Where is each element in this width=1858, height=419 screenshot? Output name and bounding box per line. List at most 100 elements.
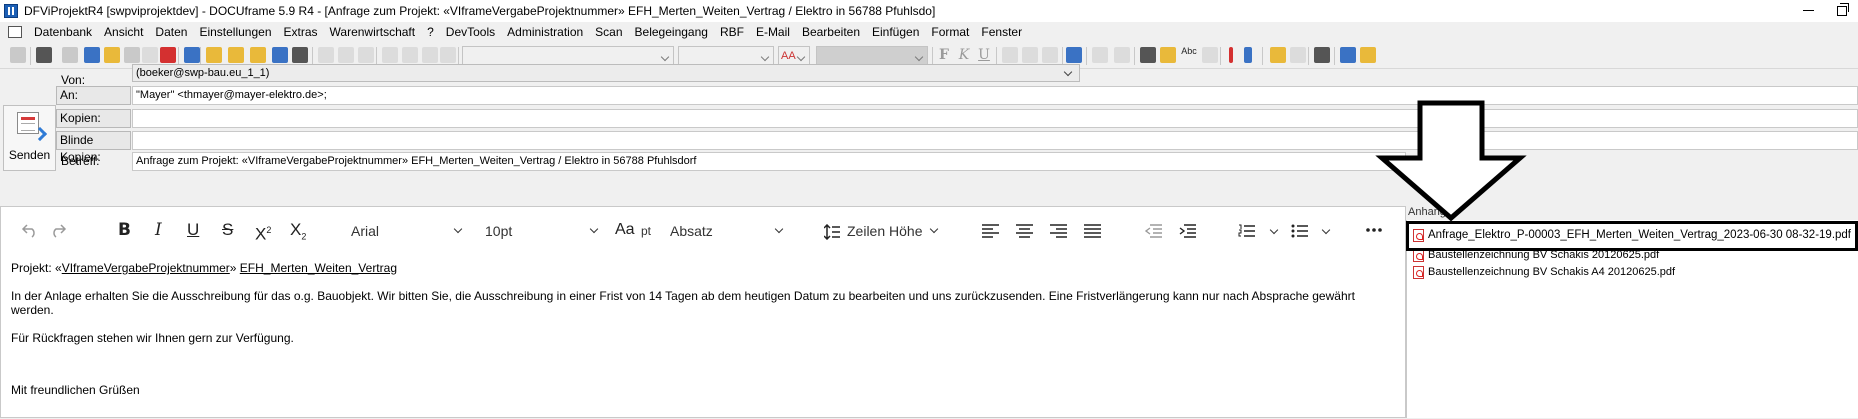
undo-icon[interactable] xyxy=(318,47,334,63)
message-body[interactable]: Projekt: «VIframeVergabeProjektnummer» E… xyxy=(1,253,1405,419)
align-left-icon[interactable] xyxy=(1002,47,1018,63)
bold-button[interactable]: B xyxy=(118,221,131,239)
open-folder-icon[interactable] xyxy=(228,47,244,63)
menu-devtools[interactable]: DevTools xyxy=(440,22,501,42)
mail-arrow-icon[interactable] xyxy=(1340,47,1356,63)
save-icon[interactable] xyxy=(292,47,308,63)
chevron-down-icon[interactable] xyxy=(1321,225,1331,235)
new-doc-icon[interactable] xyxy=(206,47,222,63)
send-button[interactable]: Senden xyxy=(3,105,56,171)
align-center-icon[interactable] xyxy=(1016,224,1033,238)
subscript-button[interactable]: X2 xyxy=(290,220,306,245)
pen-icon[interactable] xyxy=(1202,47,1218,63)
document-menu-icon[interactable] xyxy=(8,26,22,38)
menu-help[interactable]: ? xyxy=(421,22,440,42)
align-justify-icon[interactable] xyxy=(1084,224,1101,238)
menu-fenster[interactable]: Fenster xyxy=(975,22,1028,42)
more-options-icon[interactable] xyxy=(1366,228,1382,232)
align-center-icon[interactable] xyxy=(1022,47,1038,63)
priority-high-icon[interactable] xyxy=(1229,47,1233,63)
betreff-field[interactable]: Anfrage zum Projekt: «VIframeVergabeProj… xyxy=(132,152,1406,171)
font-dialog-icon[interactable] xyxy=(1066,47,1082,63)
menu-datenbank[interactable]: Datenbank xyxy=(28,22,98,42)
minimize-icon[interactable] xyxy=(1802,3,1816,17)
menu-einstellungen[interactable]: Einstellungen xyxy=(193,22,277,42)
font-family-combo[interactable] xyxy=(462,46,674,66)
refresh-icon[interactable] xyxy=(358,47,374,63)
an-label[interactable]: An: xyxy=(56,86,131,105)
undo-icon[interactable] xyxy=(21,222,39,238)
italic-icon[interactable]: K xyxy=(956,47,972,63)
grid-red-icon[interactable] xyxy=(160,47,176,63)
menu-administration[interactable]: Administration xyxy=(501,22,589,42)
print-icon[interactable] xyxy=(36,47,52,63)
folder-out-icon[interactable] xyxy=(250,47,266,63)
delete-icon[interactable] xyxy=(440,47,456,63)
bold-icon[interactable]: F xyxy=(936,47,952,63)
binoculars-icon[interactable] xyxy=(1140,47,1156,63)
people-icon[interactable] xyxy=(1360,47,1376,63)
folder-link-icon[interactable] xyxy=(104,47,120,63)
menu-extras[interactable]: Extras xyxy=(278,22,324,42)
align-right-icon[interactable] xyxy=(1042,47,1058,63)
font-size-combo[interactable] xyxy=(678,46,774,66)
font-color-combo[interactable]: AA xyxy=(778,46,810,66)
redo-icon[interactable] xyxy=(338,47,354,63)
chevron-down-icon[interactable] xyxy=(1269,225,1279,235)
font-size-select[interactable]: 10pt xyxy=(485,220,599,242)
menu-daten[interactable]: Daten xyxy=(149,22,193,42)
menu-belegeingang[interactable]: Belegeingang xyxy=(629,22,714,42)
font-scale-icon[interactable]: Aa xyxy=(615,221,635,239)
redo-icon[interactable] xyxy=(49,222,67,238)
numbered-list-icon[interactable] xyxy=(1238,224,1255,238)
restore-icon[interactable] xyxy=(1836,3,1850,17)
outdent-icon[interactable] xyxy=(1145,224,1162,238)
certificate-icon[interactable] xyxy=(1290,47,1306,63)
menu-warenwirtschaft[interactable]: Warenwirtschaft xyxy=(324,22,422,42)
strikethrough-button[interactable]: S xyxy=(222,221,233,239)
window-icon[interactable] xyxy=(1314,47,1330,63)
blinde-kopien-field[interactable] xyxy=(132,131,1858,150)
tag-icon[interactable] xyxy=(124,47,140,63)
kopien-field[interactable] xyxy=(132,109,1858,128)
style-combo[interactable] xyxy=(816,46,928,66)
indent-icon[interactable] xyxy=(1179,224,1196,238)
italic-button[interactable]: I xyxy=(155,221,162,239)
copy-icon[interactable] xyxy=(402,47,418,63)
line-height-select[interactable]: Zeilen Höhe xyxy=(847,220,957,242)
underline-button[interactable]: U xyxy=(187,221,199,239)
attachment-item[interactable]: Anfrage_Elektro_P-00003_EFH_Merten_Weite… xyxy=(1413,227,1851,243)
font-family-select[interactable]: Arial xyxy=(351,220,463,242)
bullet-list-icon[interactable] xyxy=(1291,224,1308,238)
menu-einfuegen[interactable]: Einfügen xyxy=(866,22,925,42)
folder-blue-icon[interactable] xyxy=(272,47,288,63)
paste-icon[interactable] xyxy=(422,47,438,63)
von-select[interactable]: (boeker@swp-bau.eu_1_1) xyxy=(132,64,1080,82)
blinde-kopien-label[interactable]: Blinde Kopien: xyxy=(56,131,131,164)
attach-icon[interactable] xyxy=(142,47,158,63)
find-icon[interactable] xyxy=(1092,47,1108,63)
replace-icon[interactable] xyxy=(1114,47,1130,63)
underline-icon[interactable]: U xyxy=(976,47,992,63)
address-book-icon[interactable] xyxy=(84,47,100,63)
priority-low-icon[interactable] xyxy=(1244,47,1252,63)
attachment-item[interactable]: Baustellenzeichnung BV Schakis 20120625.… xyxy=(1413,247,1659,263)
book-icon[interactable] xyxy=(1160,47,1176,63)
menu-email[interactable]: E-Mail xyxy=(750,22,796,42)
align-right-icon[interactable] xyxy=(1050,224,1067,238)
attachment-item[interactable]: Baustellenzeichnung BV Schakis A4 201206… xyxy=(1413,264,1675,280)
cut-icon[interactable] xyxy=(382,47,398,63)
lock-icon[interactable] xyxy=(1270,47,1286,63)
align-left-icon[interactable] xyxy=(982,224,999,238)
kopien-label[interactable]: Kopien: xyxy=(56,109,131,128)
phone-icon[interactable] xyxy=(184,47,200,63)
paragraph-style-select[interactable]: Absatz xyxy=(670,220,790,242)
superscript-button[interactable]: X2 xyxy=(255,221,271,244)
menu-scan[interactable]: Scan xyxy=(589,22,628,42)
card-icon[interactable] xyxy=(62,47,78,63)
menu-bearbeiten[interactable]: Bearbeiten xyxy=(796,22,866,42)
spellcheck-icon[interactable]: Abc xyxy=(1178,47,1200,63)
an-field[interactable]: "Mayer" <thmayer@mayer-elektro.de>; xyxy=(132,86,1858,105)
menu-ansicht[interactable]: Ansicht xyxy=(98,22,149,42)
menu-rbf[interactable]: RBF xyxy=(714,22,750,42)
